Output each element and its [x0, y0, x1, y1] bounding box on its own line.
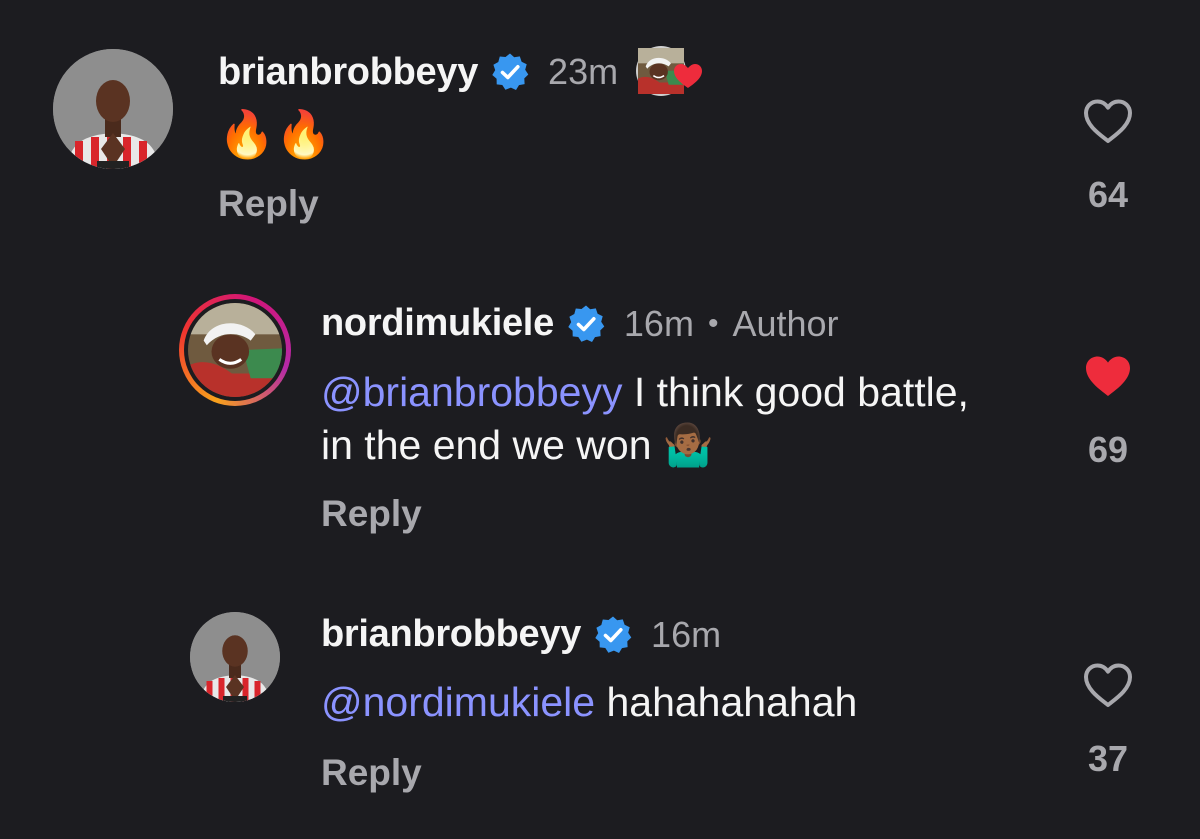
timestamp: 16m: [651, 613, 722, 655]
username[interactable]: nordimukiele: [321, 302, 554, 345]
mention-link[interactable]: @nordimukiele: [321, 679, 595, 725]
verified-badge-icon: [490, 52, 530, 92]
like-control: 69: [1078, 353, 1138, 471]
like-control: 64: [1078, 98, 1138, 216]
avatar[interactable]: [190, 612, 280, 702]
like-control: 37: [1078, 662, 1138, 780]
avatar-story-ring[interactable]: [179, 294, 291, 406]
like-count: 64: [1087, 174, 1129, 215]
timestamp: 23m: [548, 51, 619, 92]
comment-header: brianbrobbeyy 23m: [218, 44, 706, 100]
avatar-photo: [190, 612, 280, 702]
comment-text: 🔥🔥: [218, 108, 333, 160]
verified-badge-icon: [566, 304, 606, 344]
avatar-photo: [188, 303, 282, 397]
like-count: 69: [1087, 429, 1129, 470]
author-tag: Author: [732, 302, 839, 344]
comment-header: brianbrobbeyy 16m: [321, 613, 721, 656]
comment-text: @brianbrobbeyy I think good battle, in t…: [321, 369, 969, 468]
heart-icon[interactable]: [1082, 98, 1134, 144]
mention-link[interactable]: @brianbrobbeyy: [321, 369, 622, 415]
heart-filled-icon[interactable]: [1082, 353, 1134, 399]
timestamp: 16m: [623, 302, 694, 344]
username[interactable]: brianbrobbeyy: [218, 51, 478, 94]
reply-button[interactable]: Reply: [218, 183, 319, 225]
reply-button[interactable]: Reply: [321, 752, 422, 794]
username[interactable]: brianbrobbeyy: [321, 613, 581, 656]
separator-dot: •: [707, 306, 719, 340]
comment-text: @nordimukiele hahahahahah: [321, 679, 858, 725]
author-liked-icon: [634, 44, 706, 100]
verified-badge-icon: [593, 615, 633, 655]
avatar-photo: [53, 49, 173, 169]
heart-icon[interactable]: [1082, 662, 1134, 708]
like-count: 37: [1087, 738, 1129, 779]
comment-header: nordimukiele 16m • Author: [321, 302, 839, 345]
avatar[interactable]: [53, 49, 173, 169]
reply-button[interactable]: Reply: [321, 493, 422, 535]
